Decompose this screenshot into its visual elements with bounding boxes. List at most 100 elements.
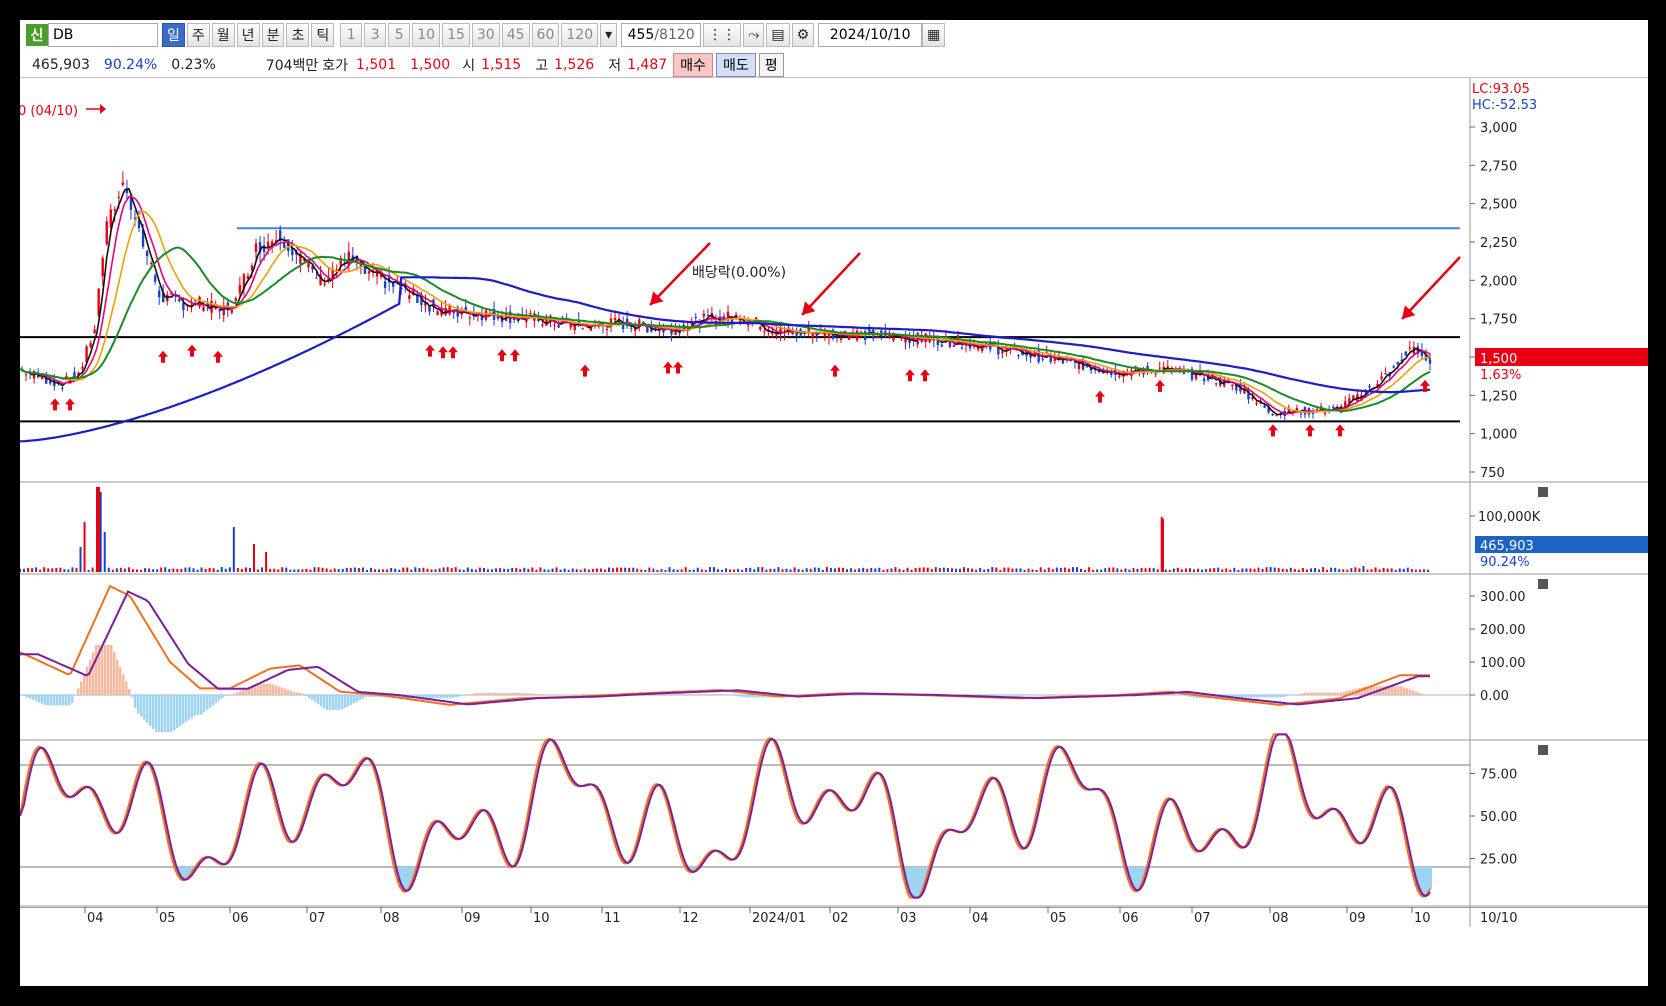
- macd-hist-bar: [557, 694, 560, 695]
- bar-count-input[interactable]: 455/8120: [621, 23, 702, 47]
- period-button-3[interactable]: 년: [236, 23, 260, 47]
- macd-hist-bar: [1397, 686, 1400, 695]
- volume-bar: [31, 568, 34, 572]
- stock-code-input[interactable]: DB: [48, 23, 158, 47]
- volume-spike-bar: [96, 487, 100, 572]
- volume-bar: [1386, 568, 1389, 572]
- volume-bar: [1426, 569, 1429, 572]
- macd-hist-bar: [287, 689, 290, 695]
- volume-bar: [353, 567, 356, 572]
- volume-bar: [640, 569, 643, 572]
- average-button[interactable]: 평: [758, 53, 784, 77]
- interval-button-10[interactable]: 10: [412, 23, 441, 47]
- period-button-0[interactable]: 일: [162, 23, 185, 47]
- macd-hist-bar: [1013, 695, 1016, 696]
- volume-bar: [599, 568, 602, 572]
- volume-bar: [729, 569, 732, 572]
- volume-bar: [1261, 569, 1264, 572]
- macd-tick-label: 100.00: [1480, 656, 1526, 671]
- macd-hist-bar: [107, 644, 110, 695]
- volume-bar: [369, 567, 372, 572]
- candle-body: [202, 306, 205, 311]
- chart-canvas[interactable]: 3,000 2,750 2,500 2,250 2,000 1,750 1,500 1,250…: [20, 78, 1648, 986]
- macd-hist-bar: [1250, 695, 1253, 698]
- price-tick-label: 2,250: [1480, 236, 1517, 251]
- macd-hist-bar: [1268, 695, 1271, 698]
- volume-bar: [345, 567, 348, 572]
- period-button-2[interactable]: 월: [211, 23, 235, 47]
- date-input[interactable]: 2024/10/10: [818, 23, 923, 47]
- save-icon[interactable]: ▤: [766, 23, 790, 47]
- volume-bar: [628, 567, 631, 572]
- candle-body: [113, 209, 117, 211]
- volume-bar: [1180, 569, 1183, 572]
- volume-spike-bar-2: [1161, 519, 1164, 572]
- stoch-fill-bar: [916, 867, 918, 898]
- interval-button-45[interactable]: 45: [501, 23, 530, 47]
- macd-hist-bar: [446, 695, 449, 699]
- macd-hist-bar: [335, 695, 338, 710]
- compare-icon[interactable]: ⤳: [743, 23, 765, 47]
- interval-button-3[interactable]: 3: [364, 23, 387, 47]
- period-dropdown-icon[interactable]: ▾: [600, 23, 618, 47]
- volume-bar: [664, 569, 667, 572]
- volume-bar: [200, 567, 203, 572]
- macd-hist-bar: [71, 695, 74, 703]
- volume-bar: [140, 569, 143, 572]
- volume-bar: [35, 567, 38, 572]
- volume-bar: [131, 569, 134, 572]
- chart-type-icon[interactable]: ⋮⋮: [703, 23, 742, 47]
- candle-body: [613, 318, 617, 321]
- period-button-6[interactable]: 틱: [311, 23, 335, 47]
- volume-bar: [902, 569, 905, 572]
- volume-bar: [164, 567, 167, 572]
- sell-button[interactable]: 매도: [715, 53, 756, 77]
- macd-hist-bar: [518, 692, 521, 695]
- macd-hist-bar: [305, 695, 308, 696]
- interval-button-60[interactable]: 60: [531, 23, 560, 47]
- volume-bar: [414, 567, 417, 572]
- macd-hist-bar: [1049, 694, 1052, 695]
- volume-bar: [825, 567, 828, 572]
- volume-bar: [277, 569, 280, 572]
- volume-bar: [281, 567, 284, 572]
- macd-hist-bar: [1241, 695, 1244, 698]
- volume-bar: [874, 568, 877, 572]
- interval-button-30[interactable]: 30: [471, 23, 500, 47]
- interval-button-15[interactable]: 15: [442, 23, 470, 47]
- period-button-5[interactable]: 초: [286, 23, 310, 47]
- macd-hist-bar: [668, 694, 671, 695]
- macd-hist-bar: [74, 695, 77, 696]
- macd-hist-bar: [1001, 695, 1004, 696]
- bid-price: 1,500: [410, 57, 451, 73]
- candle-body: [763, 331, 766, 333]
- macd-hist-bar: [275, 685, 278, 695]
- plot-background: [20, 78, 1648, 927]
- volume-bar: [152, 569, 155, 572]
- candle-body: [117, 196, 121, 198]
- settings-icon[interactable]: ⚙: [791, 23, 815, 47]
- macd-hist-bar: [41, 695, 44, 704]
- volume-bar: [390, 568, 393, 572]
- volume-bar: [733, 569, 736, 572]
- interval-button-120[interactable]: 120: [561, 23, 599, 47]
- volume-bar: [1402, 568, 1405, 572]
- period-button-4[interactable]: 분: [261, 23, 285, 47]
- calendar-icon[interactable]: ▦: [922, 23, 946, 47]
- volume-bar: [269, 568, 272, 572]
- macd-hist-bar: [1247, 695, 1250, 698]
- candle-body: [89, 343, 92, 347]
- candle-body: [178, 298, 181, 302]
- macd-hist-bar: [743, 695, 746, 698]
- period-button-1[interactable]: 주: [186, 23, 210, 47]
- interval-button-5[interactable]: 5: [388, 23, 411, 47]
- volume-bar: [1334, 567, 1337, 572]
- volume-bar: [1358, 568, 1361, 572]
- macd-hist-bar: [1253, 695, 1256, 698]
- macd-hist-bar: [716, 694, 719, 695]
- interval-button-1[interactable]: 1: [340, 23, 363, 47]
- macd-hist-bar: [1016, 695, 1019, 696]
- volume-bar: [135, 569, 138, 572]
- buy-button[interactable]: 매수: [673, 53, 713, 77]
- volume-bar: [1088, 567, 1091, 572]
